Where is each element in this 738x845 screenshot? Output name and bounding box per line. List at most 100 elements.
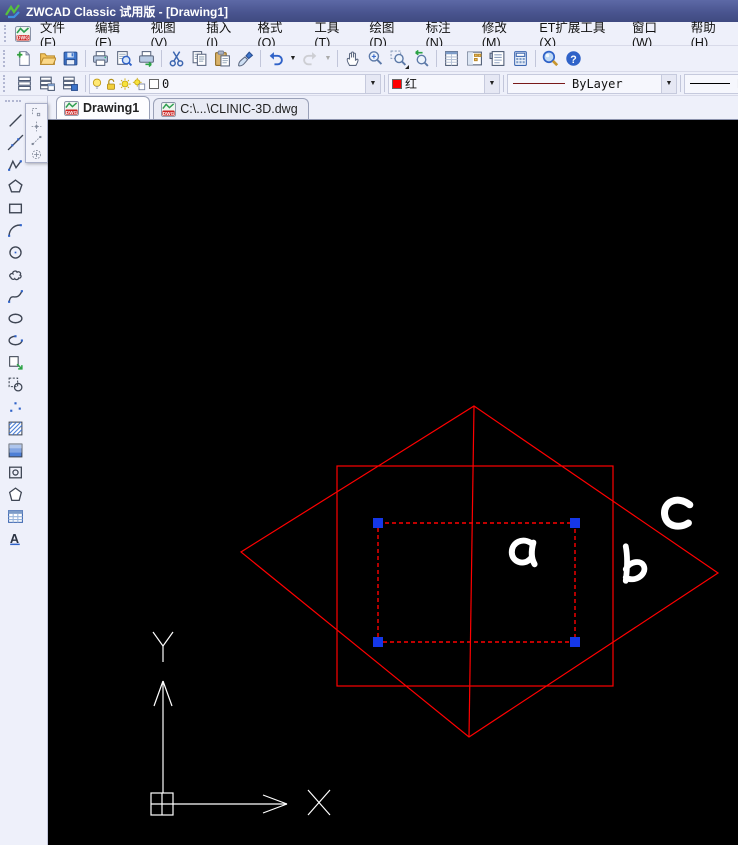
save-button[interactable]	[59, 48, 82, 70]
color-combo[interactable]: 红 ▼	[388, 73, 500, 94]
sun-icon[interactable]	[118, 77, 132, 91]
layer-states-button[interactable]	[36, 73, 59, 95]
square-entity[interactable]	[336, 465, 614, 687]
ucs-icon-line	[162, 631, 174, 647]
circle-button[interactable]	[2, 241, 28, 263]
selection-grip[interactable]	[373, 637, 383, 647]
undo-button[interactable]	[264, 48, 287, 70]
tab-label: Drawing1	[83, 101, 140, 115]
layers-toolbar-grip[interactable]	[3, 75, 9, 92]
tool-palettes-button[interactable]	[486, 48, 509, 70]
layer-status-icons	[90, 77, 146, 91]
menubar-grip[interactable]	[4, 25, 10, 42]
table-button[interactable]	[2, 505, 28, 527]
design-center-icon	[466, 50, 483, 67]
flyout-corner-icon	[405, 64, 409, 69]
tab-drawing1[interactable]: DWG Drawing1	[56, 96, 151, 119]
undo-dropdown-arrow[interactable]: ▼	[287, 48, 299, 70]
zoom-window-button[interactable]	[387, 48, 410, 70]
copy-button[interactable]	[188, 48, 211, 70]
rectangle-button[interactable]	[2, 197, 28, 219]
wipeout-button[interactable]	[2, 483, 28, 505]
lock-icon[interactable]	[104, 77, 118, 91]
cut-button[interactable]	[165, 48, 188, 70]
mid-between-points-button[interactable]	[29, 133, 44, 147]
drawing-canvas[interactable]	[48, 120, 738, 845]
spline-button[interactable]	[2, 285, 28, 307]
circle-icon	[7, 244, 24, 261]
plot-button[interactable]	[135, 48, 158, 70]
insert-block-button[interactable]	[2, 351, 28, 373]
layer-combo-arrow[interactable]: ▼	[365, 74, 380, 93]
temporary-track-point-button[interactable]	[29, 119, 44, 133]
undo-icon	[267, 50, 284, 67]
vertical-line-entity[interactable]	[468, 405, 475, 738]
zoom-realtime-icon	[367, 50, 384, 67]
selection-grip[interactable]	[570, 518, 580, 528]
tab-clinic-3d[interactable]: DWG C:\...\CLINIC-3D.dwg	[153, 98, 309, 119]
redo-button[interactable]	[299, 48, 322, 70]
point-button[interactable]	[2, 395, 28, 417]
mtext-button[interactable]: A	[2, 527, 28, 549]
document-tab-bar: DWG Drawing1 DWG C:\...\CLINIC-3D.dwg	[48, 96, 738, 120]
current-layer-name: 0	[162, 76, 170, 91]
toolbar-separator	[161, 50, 162, 67]
pan-icon	[344, 50, 361, 67]
properties-icon	[443, 50, 460, 67]
find-button[interactable]	[539, 48, 562, 70]
selection-grip[interactable]	[373, 518, 383, 528]
linetype-combo-arrow[interactable]: ▼	[661, 74, 676, 93]
point-filter-button[interactable]	[29, 147, 44, 161]
linetype-combo[interactable]: ByLayer ▼	[507, 73, 677, 94]
dwg-icon: DWG	[64, 100, 79, 116]
match-properties-icon	[237, 50, 254, 67]
make-block-button[interactable]	[2, 373, 28, 395]
arc-button[interactable]	[2, 219, 28, 241]
paste-icon	[214, 50, 231, 67]
revision-cloud-icon	[7, 266, 24, 283]
ellipse-arc-icon	[7, 332, 24, 349]
new-button[interactable]	[13, 48, 36, 70]
layer-previous-button[interactable]	[59, 73, 82, 95]
region-button[interactable]	[2, 461, 28, 483]
draw-toolbar-grip[interactable]	[5, 100, 21, 103]
print-preview-icon	[115, 50, 132, 67]
temporary-track-point-icon	[30, 120, 43, 133]
snap-from-button[interactable]	[29, 105, 44, 119]
polygon-button[interactable]	[2, 175, 28, 197]
print-button[interactable]	[89, 48, 112, 70]
lineweight-combo[interactable]: By	[684, 73, 738, 94]
ellipse-button[interactable]	[2, 307, 28, 329]
zoom-previous-button[interactable]	[410, 48, 433, 70]
ucs-icon-line	[262, 803, 288, 814]
pan-button[interactable]	[341, 48, 364, 70]
hatch-button[interactable]	[2, 417, 28, 439]
redo-dropdown-arrow[interactable]: ▼	[322, 48, 334, 70]
ellipse-arc-button[interactable]	[2, 329, 28, 351]
quick-calc-button[interactable]	[509, 48, 532, 70]
layer-color-swatch	[149, 78, 159, 89]
help-button[interactable]: ?	[562, 48, 585, 70]
app-icon[interactable]	[4, 3, 21, 20]
paste-button[interactable]	[211, 48, 234, 70]
layer-manager-button[interactable]	[13, 73, 36, 95]
match-properties-button[interactable]	[234, 48, 257, 70]
print-preview-button[interactable]	[112, 48, 135, 70]
bulb-icon[interactable]	[90, 77, 104, 91]
layer-combo[interactable]: 0 ▼	[89, 73, 381, 94]
freeze-icon[interactable]	[132, 77, 146, 91]
design-center-button[interactable]	[463, 48, 486, 70]
gradient-button[interactable]	[2, 439, 28, 461]
line-icon	[7, 112, 24, 129]
zoom-realtime-button[interactable]	[364, 48, 387, 70]
properties-button[interactable]	[440, 48, 463, 70]
selection-grip[interactable]	[570, 637, 580, 647]
ucs-icon-line	[262, 794, 288, 805]
point-icon	[7, 398, 24, 415]
color-combo-arrow[interactable]: ▼	[484, 74, 499, 93]
hatch-icon	[7, 420, 24, 437]
standard-toolbar-grip[interactable]	[3, 50, 9, 67]
revision-cloud-button[interactable]	[2, 263, 28, 285]
open-button[interactable]	[36, 48, 59, 70]
selected-rectangle-entity[interactable]	[377, 522, 576, 643]
